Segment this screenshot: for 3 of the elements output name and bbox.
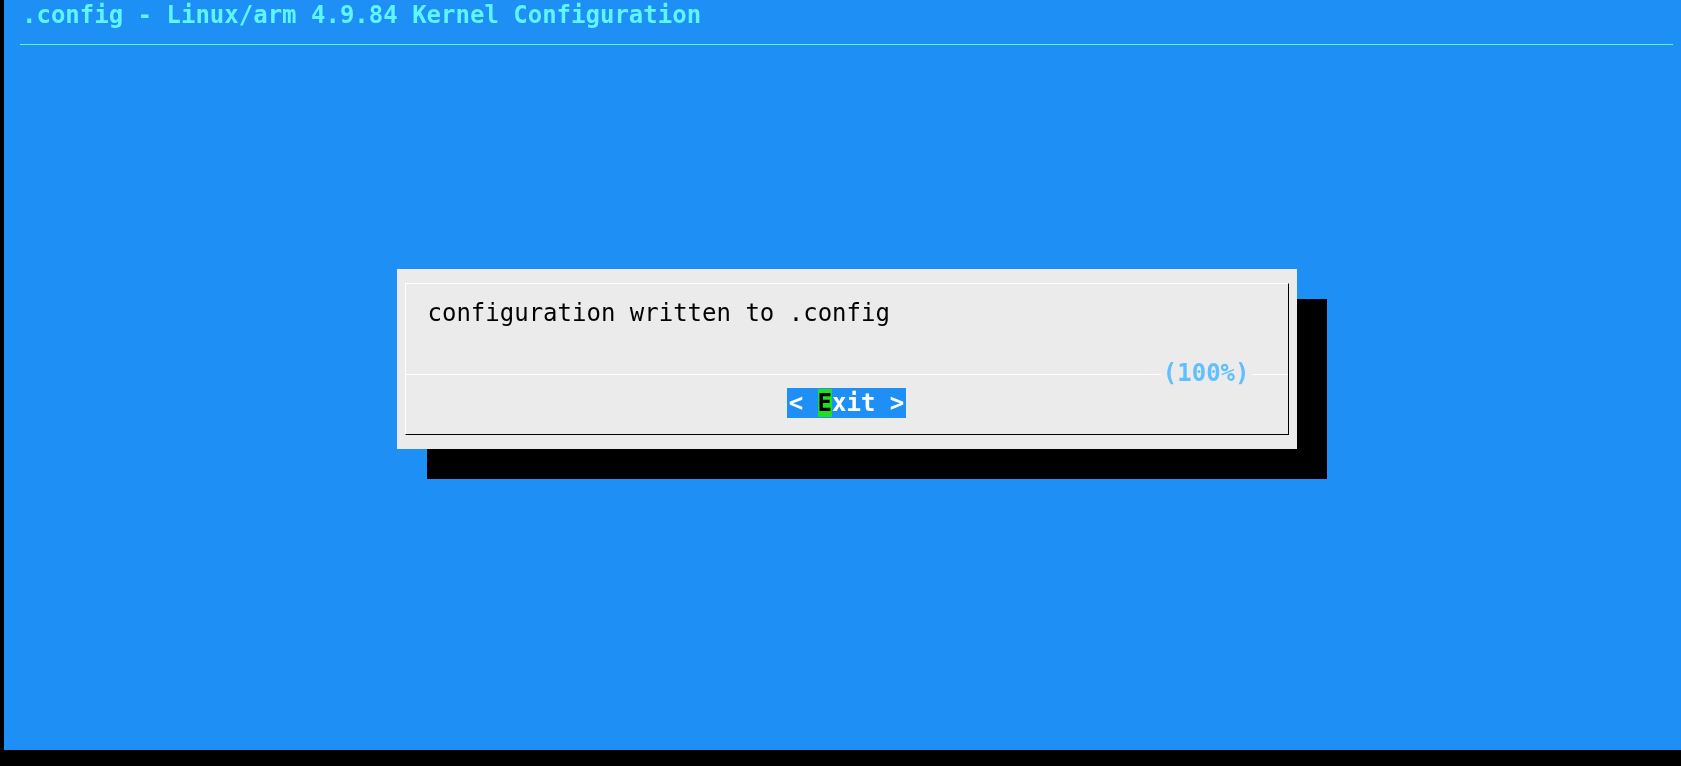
dialog-message: configuration written to .config	[427, 298, 890, 328]
window-title: .config - Linux/arm 4.9.84 Kernel Configuration	[21, 0, 703, 30]
exit-button[interactable]: < Exit >	[786, 388, 907, 418]
